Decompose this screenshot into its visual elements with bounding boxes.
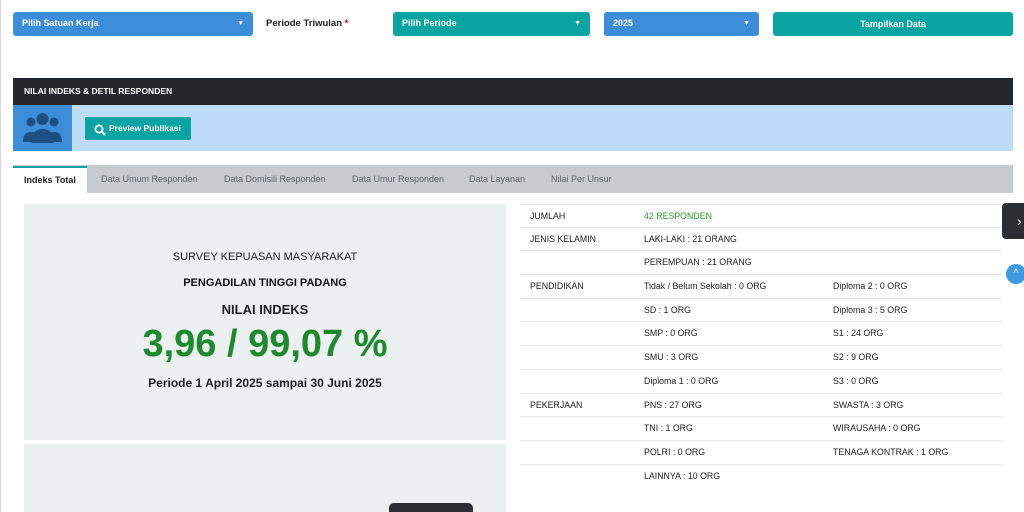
period-text: Periode 1 April 2025 sampai 30 Juni 2025 bbox=[148, 376, 382, 390]
scroll-to-top-button[interactable]: ^ bbox=[1006, 264, 1024, 284]
periode-label: Periode Triwulan * bbox=[266, 12, 348, 36]
bottom-floating-tab[interactable] bbox=[389, 503, 473, 512]
search-icon bbox=[94, 122, 106, 145]
row-value: SD : 1 ORG bbox=[644, 304, 691, 315]
row-value: PNS : 27 ORG bbox=[644, 399, 702, 410]
row-value: LAINNYA : 10 ORG bbox=[644, 470, 721, 481]
table-row: Diploma 1 : 0 ORG S3 : 0 ORG bbox=[520, 370, 1002, 394]
row-label: PENDIDIKAN bbox=[530, 281, 584, 292]
row-value-2: Diploma 2 : 0 ORG bbox=[833, 281, 908, 292]
table-row: JENIS KELAMIN LAKI-LAKI : 21 ORANG bbox=[520, 228, 1002, 252]
index-value: 3,96 / 99,07 % bbox=[142, 323, 388, 365]
row-value: Tidak / Belum Sekolah : 0 ORG bbox=[644, 281, 767, 292]
users-icon bbox=[13, 105, 72, 151]
table-row: SD : 1 ORG Diploma 3 : 5 ORG bbox=[520, 299, 1002, 323]
required-marker: * bbox=[344, 18, 349, 29]
panel-toolbar: Preview Publikasi bbox=[13, 105, 1013, 151]
chevron-down-icon: ▼ bbox=[237, 20, 244, 27]
row-value: TNI : 1 ORG bbox=[644, 423, 693, 434]
filter-bar: Pilih Satuan Kerja ▼ Periode Triwulan * … bbox=[13, 12, 1013, 36]
index-summary-card: SURVEY KEPUASAN MASYARAKAT PENGADILAN TI… bbox=[24, 204, 506, 440]
summary-lower-card bbox=[24, 444, 506, 512]
chevron-down-icon: ▼ bbox=[574, 20, 581, 27]
preview-publikasi-button[interactable]: Preview Publikasi bbox=[85, 117, 191, 140]
chevron-up-icon: ^ bbox=[1013, 268, 1019, 279]
tahun-value: 2025 bbox=[613, 18, 634, 28]
row-value: POLRI : 0 ORG bbox=[644, 446, 706, 457]
row-value-2: S1 : 24 ORG bbox=[833, 328, 884, 339]
row-value: Diploma 1 : 0 ORG bbox=[644, 375, 719, 386]
satuan-kerja-value: Pilih Satuan Kerja bbox=[22, 18, 99, 28]
row-value: LAKI-LAKI : 21 ORANG bbox=[644, 233, 737, 244]
row-value-2: SWASTA : 3 ORG bbox=[833, 399, 904, 410]
row-label: PEKERJAAN bbox=[530, 399, 583, 410]
satuan-kerja-select[interactable]: Pilih Satuan Kerja ▼ bbox=[13, 12, 253, 36]
table-row: SMU : 3 ORG S2 : 9 ORG bbox=[520, 346, 1002, 370]
side-panel-toggle[interactable]: › bbox=[1002, 203, 1024, 239]
table-row: PEKERJAAN PNS : 27 ORG SWASTA : 3 ORG bbox=[520, 394, 1002, 418]
chevron-down-icon: ▼ bbox=[743, 20, 750, 27]
table-row: LAINNYA : 10 ORG bbox=[520, 465, 1002, 489]
row-label: JUMLAH bbox=[530, 211, 566, 221]
tampilkan-data-button[interactable]: Tampilkan Data bbox=[773, 12, 1013, 36]
row-value-2: S2 : 9 ORG bbox=[833, 352, 879, 363]
table-row: PEREMPUAN : 21 ORANG bbox=[520, 251, 1002, 276]
row-value-2: WIRAUSAHA : 0 ORG bbox=[833, 423, 921, 434]
table-row: SMP : 0 ORG S1 : 24 ORG bbox=[520, 322, 1002, 347]
tab-nilai-per-unsur[interactable]: Nilai Per Unsur bbox=[551, 165, 612, 193]
tab-data-umur-responden[interactable]: Data Umur Responden bbox=[352, 165, 444, 193]
tab-data-layanan[interactable]: Data Layanan bbox=[469, 165, 525, 193]
index-label: NILAI INDEKS bbox=[221, 302, 309, 317]
respondent-detail-table: JUMLAH 42 RESPONDEN JENIS KELAMIN LAKI-L… bbox=[520, 204, 1002, 488]
tab-data-domisili-responden[interactable]: Data Domisili Responden bbox=[224, 165, 326, 193]
table-row: PENDIDIKAN Tidak / Belum Sekolah : 0 ORG… bbox=[520, 275, 1002, 299]
tab-bar: Indeks Total Data Umum Responden Data Do… bbox=[13, 165, 1013, 194]
row-value-2: Diploma 3 : 5 ORG bbox=[833, 304, 908, 315]
table-row: POLRI : 0 ORG TENAGA KONTRAK : 1 ORG bbox=[520, 441, 1002, 465]
table-row: TNI : 1 ORG WIRAUSAHA : 0 ORG bbox=[520, 417, 1002, 441]
row-value: SMU : 3 ORG bbox=[644, 352, 699, 363]
periode-value: Pilih Periode bbox=[402, 18, 457, 28]
preview-publikasi-label: Preview Publikasi bbox=[109, 123, 181, 133]
survey-title: SURVEY KEPUASAN MASYARAKAT bbox=[172, 251, 358, 263]
row-value-2: S3 : 0 ORG bbox=[833, 375, 879, 386]
table-row: JUMLAH 42 RESPONDEN bbox=[520, 204, 1002, 228]
tab-indeks-total[interactable]: Indeks Total bbox=[13, 166, 87, 194]
tab-data-umum-responden[interactable]: Data Umum Responden bbox=[101, 165, 198, 193]
periode-label-text: Periode Triwulan bbox=[266, 18, 343, 29]
periode-select[interactable]: Pilih Periode ▼ bbox=[393, 12, 590, 36]
row-value-2: TENAGA KONTRAK : 1 ORG bbox=[833, 446, 949, 457]
panel-title: NILAI INDEKS & DETIL RESPONDEN bbox=[13, 78, 1013, 105]
row-value: PEREMPUAN : 21 ORANG bbox=[644, 257, 752, 268]
tahun-select[interactable]: 2025 ▼ bbox=[604, 12, 759, 36]
respondent-count: 42 RESPONDEN bbox=[644, 211, 712, 221]
row-value: SMP : 0 ORG bbox=[644, 328, 698, 339]
institution-name: PENGADILAN TINGGI PADANG bbox=[183, 277, 347, 289]
row-label: JENIS KELAMIN bbox=[530, 233, 596, 244]
